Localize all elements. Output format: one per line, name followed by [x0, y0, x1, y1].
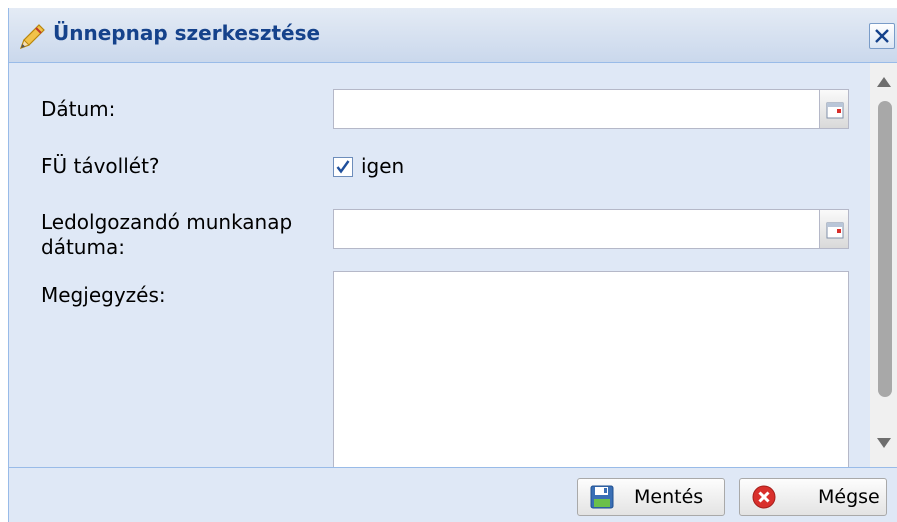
absence-option-label[interactable]: igen [361, 154, 404, 178]
workday-date-input[interactable] [333, 209, 821, 249]
checkmark-icon [336, 160, 350, 174]
dialog-title: Ünnepnap szerkesztése [53, 21, 321, 45]
scroll-up-arrow-icon[interactable] [877, 77, 891, 87]
pencil-icon [17, 22, 47, 52]
edit-holiday-dialog: Ünnepnap szerkesztése Dátum: FÜ távollét… [8, 8, 897, 522]
scrollbar-thumb[interactable] [878, 101, 892, 397]
note-label: Megjegyzés: [41, 283, 166, 307]
absence-label: FÜ távollét? [41, 154, 160, 178]
date-input[interactable] [333, 89, 821, 129]
scroll-down-arrow-icon[interactable] [877, 438, 891, 448]
calendar-icon [826, 102, 844, 119]
floppy-disk-icon [590, 485, 614, 514]
close-button[interactable] [869, 23, 895, 49]
cancel-x-icon [752, 485, 776, 514]
save-button-label: Mentés [634, 486, 704, 508]
cancel-button[interactable]: Mégse [739, 478, 887, 516]
dialog-body: Dátum: FÜ távollét? igen Ledolgozandó mu… [9, 63, 897, 468]
workday-label-line1: Ledolgozandó munkanap [41, 210, 293, 234]
close-icon [875, 29, 889, 43]
cancel-button-label: Mégse [818, 486, 880, 508]
dialog-footer: Mentés Mégse [9, 468, 897, 522]
vertical-scrollbar[interactable] [870, 63, 897, 467]
workday-date-picker-button[interactable] [819, 209, 849, 249]
calendar-icon [826, 222, 844, 239]
dialog-titlebar[interactable]: Ünnepnap szerkesztése [9, 8, 897, 63]
note-textarea[interactable] [333, 271, 849, 467]
date-label: Dátum: [41, 97, 116, 121]
absence-checkbox[interactable] [333, 157, 353, 177]
date-picker-button[interactable] [819, 89, 849, 129]
workday-label-line2: dátuma: [41, 235, 125, 259]
save-button[interactable]: Mentés [577, 478, 725, 516]
